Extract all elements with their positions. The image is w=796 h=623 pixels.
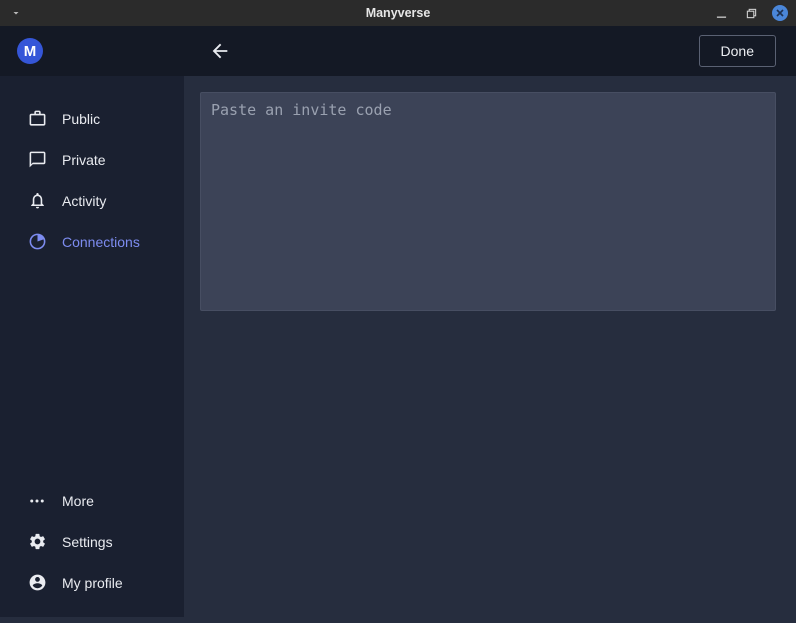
chat-bubble-icon [27, 150, 47, 170]
sidebar-item-label: Settings [62, 534, 113, 550]
sidebar-item-label: Activity [62, 193, 106, 209]
ellipsis-icon [27, 491, 47, 511]
main-content [184, 76, 796, 623]
manyverse-window: Manyverse M Done [0, 0, 796, 623]
connections-icon [27, 232, 47, 252]
gear-icon [27, 532, 47, 552]
sidebar-item-label: Connections [62, 234, 140, 250]
invite-code-textarea[interactable] [200, 92, 776, 311]
sidebar-bottom-group: More Settings My profile [0, 480, 184, 603]
sidebar: Public Private Activity Connections [0, 76, 184, 617]
app-header: M Done [0, 26, 796, 76]
manyverse-logo[interactable]: M [17, 38, 43, 64]
sidebar-item-label: Public [62, 111, 100, 127]
sidebar-item-label: More [62, 493, 94, 509]
close-button[interactable] [772, 5, 788, 21]
done-button[interactable]: Done [699, 35, 776, 67]
sidebar-item-private[interactable]: Private [0, 139, 184, 180]
sidebar-item-label: Private [62, 152, 106, 168]
restore-button[interactable] [742, 4, 760, 22]
sidebar-item-settings[interactable]: Settings [0, 521, 184, 562]
person-icon [27, 573, 47, 593]
app-body: Public Private Activity Connections [0, 76, 796, 623]
minimize-button[interactable] [712, 4, 730, 22]
window-titlebar: Manyverse [0, 0, 796, 26]
close-icon [776, 9, 784, 17]
sidebar-item-label: My profile [62, 575, 123, 591]
sidebar-item-activity[interactable]: Activity [0, 180, 184, 221]
sidebar-item-connections[interactable]: Connections [0, 221, 184, 262]
window-title: Manyverse [0, 6, 796, 20]
briefcase-icon [27, 109, 47, 129]
sidebar-item-my-profile[interactable]: My profile [0, 562, 184, 603]
window-menu-chevron-icon[interactable] [10, 7, 22, 19]
back-button[interactable] [198, 26, 242, 76]
bell-icon [27, 191, 47, 211]
back-arrow-icon [209, 40, 231, 62]
sidebar-item-public[interactable]: Public [0, 98, 184, 139]
window-controls [712, 0, 788, 26]
sidebar-item-more[interactable]: More [0, 480, 184, 521]
